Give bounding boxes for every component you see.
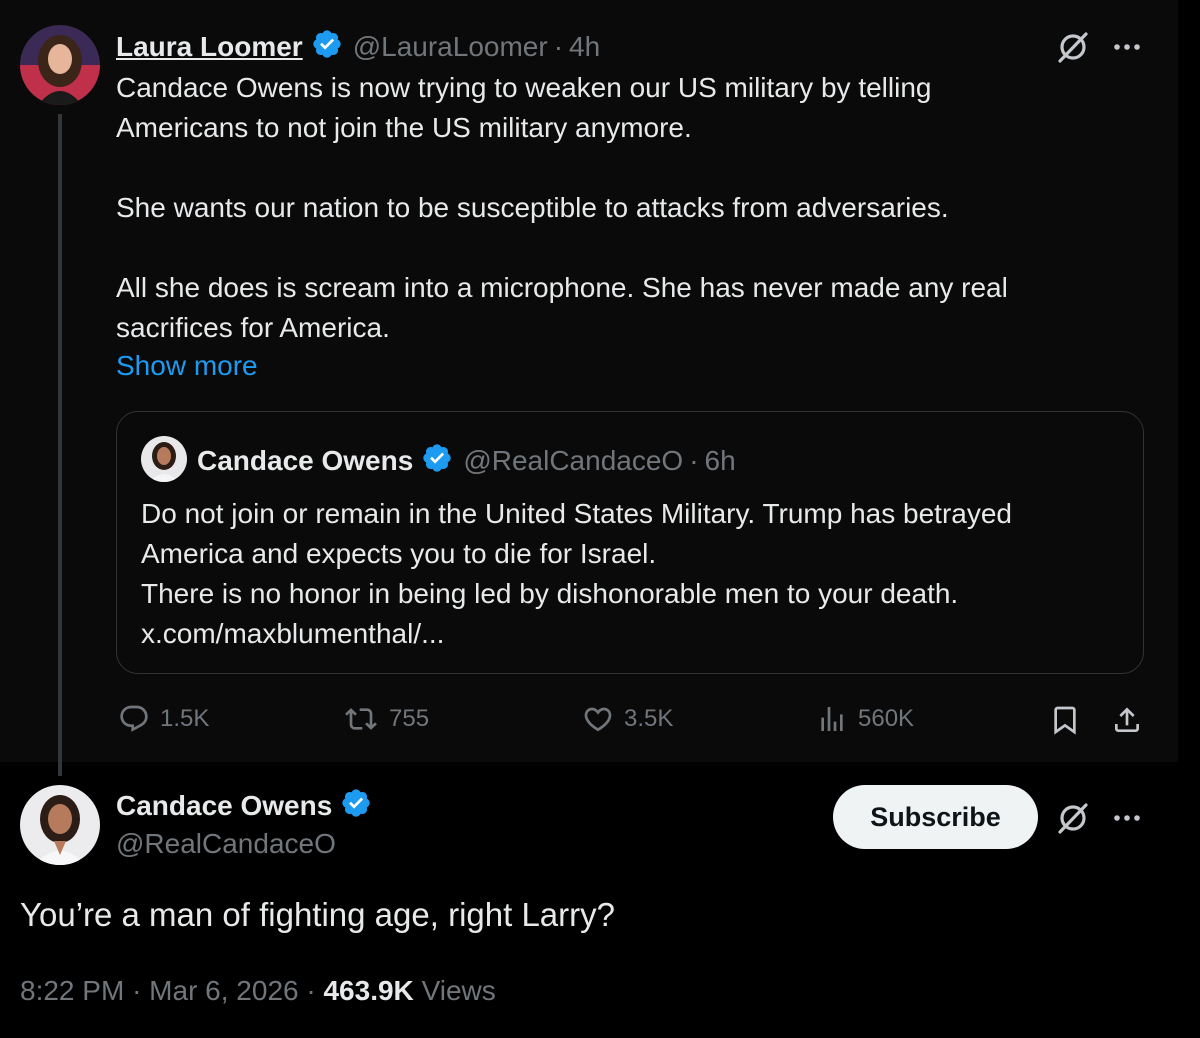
reply-tweet-date[interactable]: Mar 6, 2026	[149, 975, 298, 1006]
verified-badge-icon[interactable]	[340, 787, 372, 824]
more-icon[interactable]	[1110, 30, 1144, 64]
quote-tweet-header: Candace Owens @RealCandaceO · 6h	[197, 442, 736, 479]
repost-button[interactable]: 755	[343, 703, 429, 735]
quote-tweet-card[interactable]: Candace Owens @RealCandaceO · 6h Do not …	[116, 411, 1144, 674]
reply-views-label: Views	[421, 975, 496, 1006]
more-icon[interactable]	[1110, 801, 1144, 835]
views-button[interactable]: 560K	[816, 703, 914, 735]
separator-dot: ·	[306, 975, 316, 1006]
bookmark-icon[interactable]	[1048, 703, 1082, 737]
repost-count: 755	[389, 705, 430, 732]
reply-author-handle[interactable]: @RealCandaceO	[116, 828, 336, 860]
author-handle[interactable]: @LauraLoomer	[353, 31, 548, 63]
grok-icon[interactable]	[1054, 28, 1092, 66]
separator-dot: ·	[553, 30, 564, 62]
reply-views-count: 463.9K	[323, 975, 414, 1006]
quote-tweet-text: Do not join or remain in the United Stat…	[141, 498, 1012, 649]
like-button[interactable]: 3.5K	[582, 703, 673, 735]
quote-author-name: Candace Owens	[197, 444, 414, 476]
reply-tweet-time[interactable]: 8:22 PM	[20, 975, 124, 1006]
quote-author-handle: @RealCandaceO	[463, 444, 684, 476]
grok-icon[interactable]	[1054, 799, 1092, 837]
thread-connector-line	[58, 114, 62, 776]
reply-tweet-text: You’re a man of fighting age, right Larr…	[20, 896, 615, 933]
tweet-time[interactable]: 4h	[569, 31, 600, 63]
author-name[interactable]: Laura Loomer	[116, 31, 303, 63]
reply-tweet-meta: 8:22 PM · Mar 6, 2026 · 463.9K Views	[20, 975, 496, 1007]
views-icon	[821, 707, 843, 731]
verified-badge-icon[interactable]	[311, 28, 343, 65]
candace-owens-avatar[interactable]	[20, 785, 100, 865]
quote-tweet-time: 6h	[704, 444, 736, 476]
tweet-text: Candace Owens is now trying to weaken ou…	[116, 72, 1008, 343]
like-icon	[584, 707, 612, 732]
candace-owens-quote-avatar	[141, 436, 187, 482]
reply-author-name[interactable]: Candace Owens	[116, 790, 332, 822]
separator-dot: ·	[132, 975, 142, 1006]
main-tweet-header: Laura Loomer @LauraLoomer · 4h	[116, 28, 600, 65]
subscribe-button[interactable]: Subscribe	[833, 785, 1038, 849]
show-more-link[interactable]: Show more	[116, 350, 258, 382]
like-count: 3.5K	[624, 705, 674, 732]
reply-icon	[120, 705, 148, 732]
separator-dot: ·	[689, 444, 699, 476]
views-count: 560K	[858, 705, 915, 732]
laura-loomer-avatar[interactable]	[20, 25, 100, 105]
share-icon[interactable]	[1110, 703, 1144, 737]
reply-count: 1.5K	[160, 705, 210, 732]
reply-tweet-name-line: Candace Owens	[116, 787, 372, 824]
repost-icon	[345, 708, 377, 730]
verified-badge-icon	[421, 442, 453, 479]
reply-button[interactable]: 1.5K	[118, 703, 209, 735]
